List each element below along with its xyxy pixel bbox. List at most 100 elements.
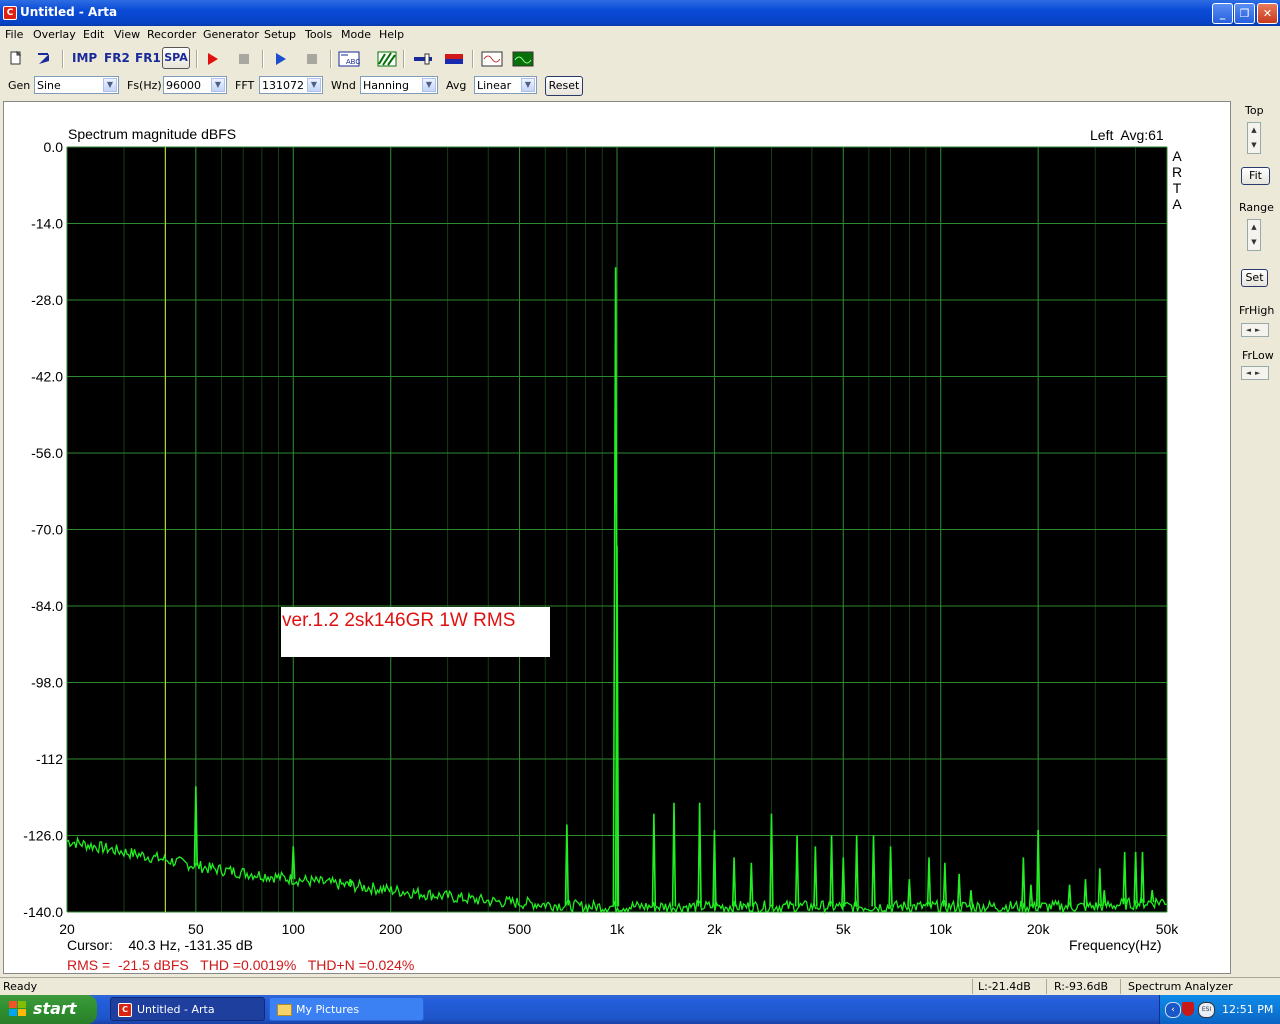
wnd-select-value: Hanning bbox=[363, 79, 409, 92]
menu-recorder[interactable]: Recorder bbox=[147, 28, 196, 41]
spa-mode-button[interactable]: SPA bbox=[162, 47, 190, 69]
menu-help[interactable]: Help bbox=[379, 28, 404, 41]
spectrum-monitor-icon[interactable] bbox=[512, 50, 534, 68]
main-toolbar: IMP FR2 FR1 SPA ABC bbox=[0, 46, 1280, 72]
spectrum-chart[interactable]: 0.0 -14.0 -28.0 -42.0 -56.0 -70.0 -84.0 -98.0 -1… bbox=[4, 102, 1230, 973]
status-ready: Ready bbox=[3, 980, 38, 993]
system-tray: ‹ ESI 12:51 PM bbox=[1159, 995, 1280, 1024]
fft-label: FFT bbox=[235, 79, 255, 92]
fs-select-value: 96000 bbox=[166, 79, 201, 92]
imp-mode-button[interactable]: IMP bbox=[72, 48, 97, 68]
menu-mode[interactable]: Mode bbox=[341, 28, 371, 41]
generator-stop-icon[interactable] bbox=[304, 51, 320, 67]
status-separator bbox=[1046, 979, 1047, 994]
gen-select-value: Sine bbox=[37, 79, 61, 92]
toolbar-separator bbox=[262, 50, 264, 68]
avg-select[interactable]: Linear ▼ bbox=[474, 76, 537, 94]
fit-button[interactable]: Fit bbox=[1241, 167, 1270, 185]
brand-letter: A bbox=[1172, 148, 1182, 164]
reset-button[interactable]: Reset bbox=[545, 76, 583, 96]
menu-tools[interactable]: Tools bbox=[305, 28, 332, 41]
y-tick-labels: 0.0 -14.0 -28.0 -42.0 -56.0 -70.0 -84.0 -98.0 -1… bbox=[23, 139, 63, 920]
taskbar-arta[interactable]: C Untitled - Arta bbox=[110, 997, 265, 1021]
windows-logo-icon bbox=[9, 1001, 26, 1016]
fs-select[interactable]: 96000 ▼ bbox=[163, 76, 227, 94]
x-tick-label: 2k bbox=[707, 921, 723, 937]
abc-label-icon[interactable]: ABC bbox=[338, 50, 360, 68]
wnd-select[interactable]: Hanning ▼ bbox=[360, 76, 438, 94]
chevron-down-icon[interactable]: ▼ bbox=[103, 78, 117, 92]
fr1-mode-button[interactable]: FR1 bbox=[135, 48, 161, 68]
menu-overlay[interactable]: Overlay bbox=[33, 28, 76, 41]
fft-select-value: 131072 bbox=[262, 79, 304, 92]
range-spinner[interactable]: ▲ ▼ bbox=[1247, 219, 1261, 251]
chevron-down-icon[interactable]: ▼ bbox=[211, 78, 225, 92]
top-spinner[interactable]: ▲ ▼ bbox=[1247, 122, 1261, 154]
menu-edit[interactable]: Edit bbox=[83, 28, 104, 41]
status-right-level: R:-93.6dB bbox=[1054, 980, 1109, 993]
gen-select[interactable]: Sine ▼ bbox=[34, 76, 119, 94]
brand-letter: R bbox=[1171, 164, 1183, 180]
chevron-down-icon[interactable]: ▼ bbox=[422, 78, 436, 92]
stop-icon[interactable] bbox=[236, 51, 252, 67]
color-bar-icon[interactable] bbox=[444, 51, 464, 67]
x-tick-labels: 20 50 100 200 500 1k 2k 5k 10k 20k 50k bbox=[59, 921, 1179, 937]
chevron-down-icon[interactable]: ▼ bbox=[521, 78, 535, 92]
x-tick-label: 20k bbox=[1027, 921, 1051, 937]
channel-average: Left Avg:61 bbox=[1090, 127, 1164, 143]
start-button[interactable]: start bbox=[0, 995, 97, 1024]
menu-generator[interactable]: Generator bbox=[203, 28, 259, 41]
hatch-chart-icon[interactable] bbox=[377, 50, 397, 68]
toolbar-separator bbox=[403, 50, 405, 68]
taskbar-my-pictures[interactable]: My Pictures bbox=[269, 997, 424, 1021]
status-left-level: L:-21.4dB bbox=[978, 980, 1031, 993]
arta-task-icon: C bbox=[118, 1003, 132, 1017]
menu-view[interactable]: View bbox=[114, 28, 140, 41]
menu-bar: File Overlay Edit View Recorder Generato… bbox=[0, 26, 1280, 45]
fr2-mode-button[interactable]: FR2 bbox=[104, 48, 130, 68]
y-tick-label: -14.0 bbox=[31, 216, 63, 232]
set-button[interactable]: Set bbox=[1241, 269, 1268, 287]
windows-taskbar: start C Untitled - Arta My Pictures ‹ ES… bbox=[0, 995, 1280, 1024]
x-tick-label: 200 bbox=[379, 921, 403, 937]
wnd-label: Wnd bbox=[331, 79, 356, 92]
restore-button[interactable]: ❐ bbox=[1234, 3, 1255, 24]
y-tick-label: 0.0 bbox=[44, 139, 64, 155]
menu-setup[interactable]: Setup bbox=[264, 28, 296, 41]
annotation-label[interactable]: ver.1.2 2sk146GR 1W RMS bbox=[281, 607, 550, 657]
antivirus-icon[interactable]: ESI bbox=[1198, 1002, 1215, 1018]
open-arrow-icon[interactable] bbox=[36, 51, 52, 67]
status-bar: Ready L:-21.4dB R:-93.6dB Spectrum Analy… bbox=[0, 977, 1280, 996]
toolbar-separator bbox=[196, 50, 198, 68]
y-tick-label: -140.0 bbox=[23, 904, 63, 920]
cursor-readout: Cursor: 40.3 Hz, -131.35 dB bbox=[67, 937, 253, 953]
chevron-down-icon[interactable]: ▼ bbox=[307, 78, 321, 92]
arta-app-icon[interactable]: C bbox=[3, 6, 17, 20]
taskbar-arta-label: Untitled - Arta bbox=[137, 1003, 215, 1016]
oscilloscope-icon[interactable] bbox=[481, 50, 503, 68]
toolbar-separator bbox=[330, 50, 332, 68]
slider-settings-icon[interactable] bbox=[413, 51, 433, 67]
taskbar-my-pictures-label: My Pictures bbox=[296, 1003, 360, 1016]
status-mode: Spectrum Analyzer bbox=[1128, 980, 1233, 993]
window-title: Untitled - Arta bbox=[20, 5, 118, 19]
start-label: start bbox=[33, 999, 77, 1018]
frhigh-spinner[interactable]: ◄► bbox=[1241, 323, 1269, 337]
fft-select[interactable]: 131072 ▼ bbox=[259, 76, 323, 94]
frlow-label: FrLow bbox=[1242, 349, 1274, 362]
x-tick-label: 5k bbox=[836, 921, 852, 937]
x-tick-label: 100 bbox=[282, 921, 306, 937]
record-play-icon[interactable] bbox=[205, 51, 221, 67]
generator-play-icon[interactable] bbox=[273, 51, 289, 67]
new-file-icon[interactable] bbox=[8, 51, 24, 67]
y-tick-label: -84.0 bbox=[31, 598, 63, 614]
frlow-spinner[interactable]: ◄► bbox=[1241, 366, 1269, 380]
x-tick-label: 50 bbox=[188, 921, 204, 937]
security-shield-icon[interactable] bbox=[1182, 1002, 1194, 1016]
close-button[interactable]: ✕ bbox=[1257, 3, 1278, 24]
svg-text:ABC: ABC bbox=[346, 59, 360, 66]
x-tick-label: 10k bbox=[929, 921, 953, 937]
tray-chevron-icon[interactable]: ‹ bbox=[1165, 1002, 1181, 1018]
minimize-button[interactable]: _ bbox=[1212, 3, 1233, 24]
menu-file[interactable]: File bbox=[5, 28, 23, 41]
